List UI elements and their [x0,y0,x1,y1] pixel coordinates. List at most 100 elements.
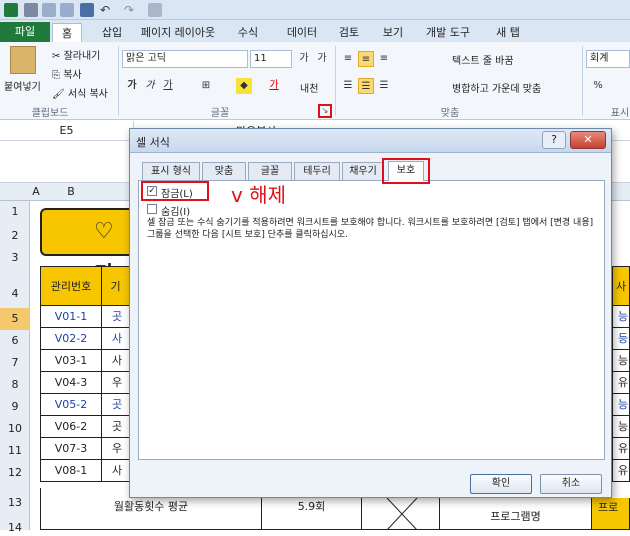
bold-button[interactable]: 가 [124,78,140,94]
tab-developer[interactable]: 개발 도구 [420,23,476,42]
align-left-icon[interactable]: ☰ [340,78,356,94]
row-2[interactable]: 2 [0,229,30,242]
border-icon[interactable]: ⊞ [198,78,214,94]
row-9[interactable]: 9 [0,400,30,413]
table-c-cell[interactable]: 곳 [102,394,130,416]
customize-icon[interactable] [148,3,162,17]
table-right-cell[interactable]: 유 [612,460,630,482]
save-icon[interactable] [24,3,38,17]
table-right-cell[interactable]: 능 [612,350,630,372]
hidden-checkbox[interactable] [147,204,157,214]
number-format-select[interactable]: 회계 [586,50,630,68]
fill-color-icon[interactable]: ◆ [236,78,252,94]
tab-page-layout[interactable]: 페이지 레이아웃 [138,23,218,42]
table-id-cell[interactable]: V05-2 [40,394,102,416]
tab-data[interactable]: 데이터 [280,23,324,42]
phonetic-button[interactable]: 내천 [300,80,318,95]
tab-file[interactable]: 파일 [0,22,50,42]
currency-icon[interactable]: % [590,78,606,94]
tab-border[interactable]: 테두리 [294,162,340,180]
underline-button[interactable]: 가 [160,78,176,94]
row-6[interactable]: 6 [0,334,30,347]
paste-button[interactable]: 붙여넣기 [4,78,41,93]
row-11[interactable]: 11 [0,444,30,457]
table-c-cell[interactable]: 우리 [102,438,130,477]
tab-number-format[interactable]: 표시 형식 [142,162,200,180]
lock-highlight [141,181,209,201]
table-id-cell[interactable]: V08-1 [40,460,102,482]
align-middle-icon[interactable]: ≡ [358,51,374,67]
table-id-cell[interactable]: V04-3 [40,372,102,394]
protection-pane: ✓ 잠금(L) v 해제 숨김(I) 셀 잠금 또는 수식 숨기기를 적용하려면… [138,180,605,460]
table-right-cell[interactable]: 유 [612,438,630,460]
merge-center-button[interactable]: 병합하고 가운데 맞춤 [452,80,541,95]
ok-button[interactable]: 확인 [470,474,532,494]
decrease-font-icon[interactable]: 가 [314,51,330,67]
tab-view[interactable]: 보기 [378,23,408,42]
new-icon[interactable] [42,3,56,17]
tab-home[interactable]: 홈 [52,23,82,42]
tab-font[interactable]: 글꼴 [248,162,292,180]
format-painter-button[interactable]: 🖌 서식 복사 [52,85,108,100]
row-13[interactable]: 13 [0,496,30,509]
row-12[interactable]: 12 [0,466,30,479]
font-name-select[interactable]: 맑은 고딕 [122,50,248,68]
tab-fill[interactable]: 채우기 [342,162,384,180]
help-button[interactable]: ? [542,131,566,149]
align-bottom-icon[interactable]: ≡ [376,51,392,67]
tab-review[interactable]: 검토 [334,23,364,42]
col-a[interactable]: A [30,185,42,198]
font-size-select[interactable]: 11 [250,50,292,68]
table-id-cell[interactable]: V06-2 [40,416,102,438]
table-c-cell[interactable]: 곳 [102,416,130,438]
copy-button[interactable]: ⎘ 복사 [52,66,82,81]
table-c-cell[interactable]: 사 [102,460,130,482]
table-right-cell[interactable]: 등 [612,328,630,350]
table-c-cell[interactable]: 우리 [102,372,130,411]
increase-font-icon[interactable]: 가 [296,51,312,67]
table-id-cell[interactable]: V01-1 [40,306,102,328]
table-id-cell[interactable]: V02-2 [40,328,102,350]
redo-icon[interactable]: ↷ [124,3,138,17]
row-8[interactable]: 8 [0,378,30,391]
undo-icon[interactable]: ↶ [100,3,114,17]
align-top-icon[interactable]: ≡ [340,51,356,67]
table-right-cell[interactable]: 유 [612,372,630,394]
name-box[interactable]: E5 [0,121,134,141]
row-1[interactable]: 1 [0,205,30,218]
paste-icon[interactable] [10,46,36,74]
row-3[interactable]: 3 [0,251,30,264]
row-14[interactable]: 14 [0,521,30,534]
open-icon[interactable] [60,3,74,17]
wrap-text-button[interactable]: 텍스트 줄 바꿈 [452,52,514,67]
table-c-cell[interactable]: 사 [102,350,130,372]
cut-button[interactable]: ✂ 잘라내기 [52,47,100,62]
alignment-group-label: 맞춤 [440,108,460,119]
cancel-button[interactable]: 취소 [540,474,602,494]
table-right-cell[interactable]: 능 [612,306,630,328]
tab-alignment[interactable]: 맞춤 [202,162,246,180]
hidden-label[interactable]: 숨김(I) [161,203,190,218]
col-b[interactable]: B [42,185,100,198]
row-5[interactable]: 5 [0,308,30,330]
align-right-icon[interactable]: ☰ [376,78,392,94]
font-dialog-launcher-icon[interactable]: ↘ [318,104,332,118]
align-center-icon[interactable]: ☰ [358,78,374,94]
table-c-cell[interactable]: 곳 [102,306,130,328]
table-c-cell[interactable]: 사 [102,328,130,350]
font-color-button[interactable]: 가 [266,78,282,94]
table-id-cell[interactable]: V07-3 [40,438,102,460]
table-right-cell[interactable]: 능 [612,416,630,438]
save-disk-icon[interactable] [80,3,94,17]
tab-formulas[interactable]: 수식 [230,23,266,42]
italic-button[interactable]: 가 [142,78,158,94]
table-id-cell[interactable]: V03-1 [40,350,102,372]
dialog-close-button[interactable]: ✕ [570,131,606,149]
table-right-cell[interactable]: 능 [612,394,630,416]
tab-insert[interactable]: 삽입 [92,23,132,42]
tab-new[interactable]: 새 탭 [488,23,528,42]
clipboard-group-label: 클립보드 [31,108,69,119]
row-4[interactable]: 4 [0,287,30,300]
row-10[interactable]: 10 [0,422,30,435]
row-7[interactable]: 7 [0,356,30,369]
